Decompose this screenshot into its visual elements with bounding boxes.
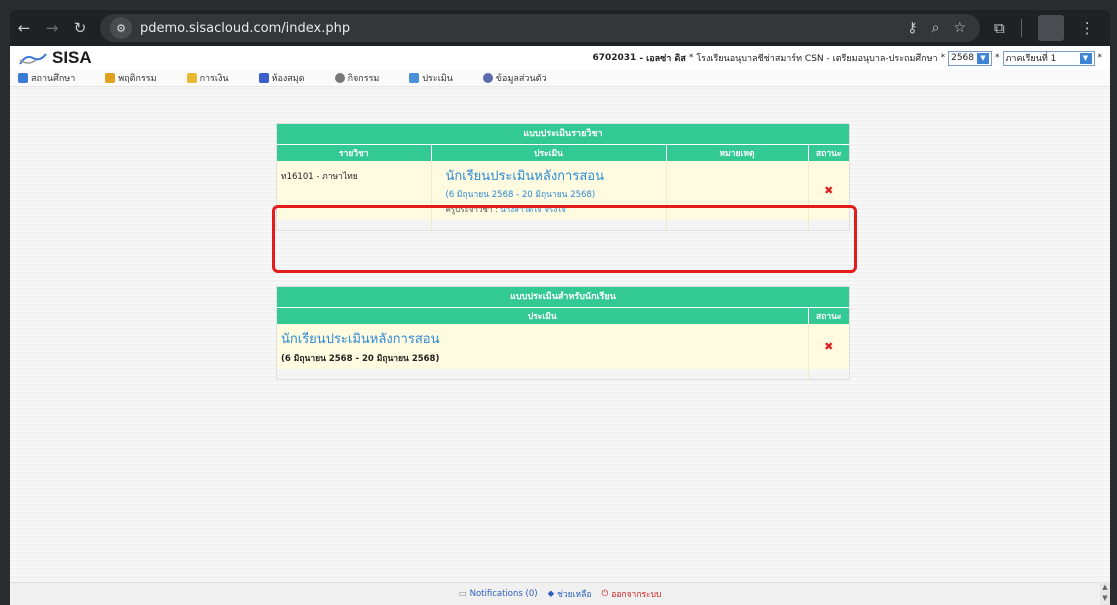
column-header: หมายเหตุ [666,144,809,161]
student-id: 6702031 [592,53,637,63]
student-eval-panel: แบบประเมินสำหรับนักเรียน ประเมิน สถานะ น… [276,286,850,380]
finance-icon [186,73,197,83]
subject-eval-panel: แบบประเมินรายวิชา รายวิชา ประเมิน หมายเห… [276,123,850,231]
menu-item-profile[interactable]: ข้อมูลส่วนตัว [482,71,547,85]
menu-dots-icon[interactable]: ⋮ [1080,19,1095,37]
help-link[interactable]: ◆ ช่วยเหลือ [548,587,592,601]
password-key-icon[interactable]: ⚷ [907,20,917,36]
bookmark-star-icon[interactable]: ☆ [953,20,966,36]
student-eval-table: ประเมิน สถานะ นักเรียนประเมินหลังการสอน … [277,307,849,379]
eval-cell: นักเรียนประเมินหลังการสอน (6 มิถุนายน 25… [277,323,809,369]
behavior-icon [105,73,116,83]
profile-avatar[interactable] [1037,15,1064,41]
menu-item-label: ข้อมูลส่วนตัว [495,74,547,84]
toolbar-divider [1020,19,1022,37]
zoom-icon[interactable]: ⌕ [932,20,940,36]
panel-title: แบบประเมินสำหรับนักเรียน [277,287,849,307]
main-content: แบบประเมินรายวิชา รายวิชา ประเมิน หมายเห… [10,88,1110,578]
incomplete-x-icon: ✖ [824,339,834,353]
evaluation-icon [409,73,420,83]
eval-link[interactable]: นักเรียนประเมินหลังการสอน [446,165,652,186]
chat-icon: ▭ [458,589,467,599]
logout-link[interactable]: ⏻ ออกจากระบบ [601,587,661,601]
eval-dates: (6 มิถุนายน 2568 - 20 มิถุนายน 2568) [445,189,596,200]
column-header: รายวิชา [277,144,432,161]
main-menu: สถานศึกษา พฤติกรรม การเงิน ห้องสมุด กิจก… [10,70,1110,87]
menu-item-label: พฤติกรรม [118,74,157,84]
column-header: สถานะ [808,144,849,161]
term-select[interactable]: ภาคเรียนที่ 1 ▼ [1002,50,1095,66]
subject-eval-table: รายวิชา ประเมิน หมายเหตุ สถานะ ท16101 - … [277,144,849,230]
menu-item-behavior[interactable]: พฤติกรรม [105,71,157,85]
menu-item-label: ห้องสมุด [271,74,305,84]
logout-label: ออกจากระบบ [611,590,662,600]
menu-item-label: ประเมิน [422,74,453,84]
home-icon [18,73,28,83]
power-icon: ⏻ [601,589,609,599]
tag-icon: ◆ [547,589,555,599]
extensions-icon[interactable]: ⧉ [994,19,1005,37]
menu-item-library[interactable]: ห้องสมุด [258,71,305,85]
app-header: SISA 6702031 - เอลซ่า ดิส * โรงเรียนอนุบ… [10,46,1110,70]
eval-link[interactable]: นักเรียนประเมินหลังการสอน [281,328,804,349]
column-header: ประเมิน [277,307,809,324]
eval-dates: (6 มิถุนายน 2568 - 20 มิถุนายน 2568) [281,353,440,364]
menu-item-label: สถานศึกษา [31,74,76,84]
back-icon[interactable]: ← [10,14,38,42]
activity-icon [334,73,345,83]
school-name: โรงเรียนอนุบาลชีช่าสมาร์ท CSN - เตรียมอน… [696,54,938,64]
chevron-down-icon: ▼ [977,52,989,64]
notifications-label: Notifications (0) [469,589,538,599]
sisa-logo-icon [18,51,48,65]
user-info: 6702031 - เอลซ่า ดิส * โรงเรียนอนุบาลชีช… [592,50,1102,66]
menu-item-label: การเงิน [199,74,229,84]
year-select[interactable]: 2568 ▼ [948,50,992,66]
subject-cell: ท16101 - ภาษาไทย [277,160,432,220]
teacher-name: นางสาวดีใจ จริงใจ [500,204,566,214]
notifications-link[interactable]: ▭ Notifications (0) [459,589,538,599]
year-value: 2568 [951,53,974,63]
teacher-info: ครูประจำวิชา : นางสาวดีใจ จริงใจ [446,203,652,216]
term-value: ภาคเรียนที่ 1 [1005,54,1057,64]
eval-cell: นักเรียนประเมินหลังการสอน (6 มิถุนายน 25… [431,160,667,220]
footer-bar: ▭ Notifications (0) ◆ ช่วยเหลือ ⏻ ออกจาก… [10,582,1110,605]
browser-toolbar: ← → ↻ ⚙ pdemo.sisacloud.com/index.php ⚷ … [10,10,1110,46]
menu-item-school[interactable]: สถานศึกษา [18,71,75,85]
chevron-down-icon: ▼ [1079,52,1092,64]
scrollbar[interactable]: ▲ ▼ [1100,582,1110,605]
reload-icon[interactable]: ↻ [66,14,94,42]
sisa-logo[interactable]: SISA [18,48,92,68]
panel-title: แบบประเมินรายวิชา [277,124,849,144]
menu-item-activity[interactable]: กิจกรรม [334,71,380,85]
help-label: ช่วยเหลือ [557,590,592,600]
menu-item-evaluation[interactable]: ประเมิน [409,71,453,85]
profile-icon [482,73,493,83]
site-info-icon[interactable]: ⚙ [110,17,132,39]
status-cell: ✖ [808,323,849,369]
address-bar[interactable]: ⚙ pdemo.sisacloud.com/index.php ⚷ ⌕ ☆ [100,14,980,42]
url-text: pdemo.sisacloud.com/index.php [140,20,351,36]
page-viewport: SISA 6702031 - เอลซ่า ดิส * โรงเรียนอนุบ… [10,46,1110,605]
status-cell: ✖ [808,160,849,220]
library-icon [258,73,269,83]
table-row: ท16101 - ภาษาไทย นักเรียนประเมินหลังการส… [277,160,849,220]
incomplete-x-icon: ✖ [824,183,834,197]
note-cell [666,160,809,220]
logo-text: SISA [52,48,92,67]
student-name: - เอลซ่า ดิส [639,54,686,64]
column-header: ประเมิน [431,144,667,161]
menu-item-finance[interactable]: การเงิน [186,71,229,85]
forward-icon[interactable]: → [38,14,66,42]
menu-item-label: กิจกรรม [347,74,380,84]
column-header: สถานะ [808,307,849,324]
teacher-label: ครูประจำวิชา : [445,204,501,214]
table-row: นักเรียนประเมินหลังการสอน (6 มิถุนายน 25… [277,323,849,369]
